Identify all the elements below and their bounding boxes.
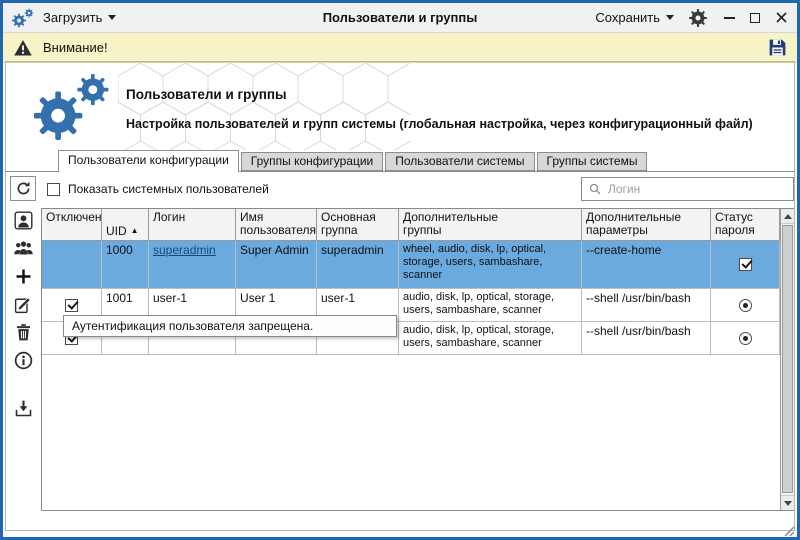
- tab-config-users[interactable]: Пользователи конфигурации: [58, 150, 239, 172]
- scrollbar-thumb[interactable]: [782, 225, 793, 493]
- password-status-radio[interactable]: [739, 299, 752, 312]
- cell-extra-params: --shell /usr/bin/bash: [582, 289, 711, 322]
- page-title: Пользователи и группы: [126, 87, 753, 102]
- dropdown-arrow-icon: [108, 15, 116, 20]
- export-download-icon: [13, 398, 34, 419]
- cell-login: superadmin: [149, 241, 236, 289]
- arrow-up-icon: [784, 214, 792, 219]
- export-users-button[interactable]: [11, 396, 37, 420]
- titlebar: Загрузить Пользователи и группы Сохранит…: [3, 3, 797, 33]
- table-row-superadmin[interactable]: 1000 superadmin Super Admin superadmin w…: [42, 241, 794, 289]
- app-logo-gears-icon: [12, 8, 34, 28]
- arrow-down-icon: [784, 501, 792, 506]
- column-header-uid[interactable]: UID ▲: [102, 209, 149, 241]
- cell-extra-params: --create-home: [582, 241, 711, 289]
- settings-gear-button[interactable]: [689, 9, 707, 27]
- side-toolbar: [10, 208, 37, 420]
- tab-system-users[interactable]: Пользователи системы: [385, 152, 534, 171]
- cell-extra-groups: audio, disk, lp, optical, storage, users…: [399, 289, 582, 322]
- edit-pencil-icon: [13, 294, 34, 315]
- column-header-extra-groups[interactable]: Дополнительные группы: [399, 209, 582, 241]
- user-info-button[interactable]: [11, 348, 37, 372]
- tab-bar: Пользователи конфигурации Группы конфигу…: [58, 150, 647, 172]
- tab-config-groups[interactable]: Группы конфигурации: [241, 152, 383, 171]
- cell-password-status: [711, 241, 780, 289]
- cell-name: Super Admin: [236, 241, 317, 289]
- minimize-button[interactable]: [722, 11, 736, 25]
- warning-bar: Внимание!: [3, 33, 797, 63]
- user-card-icon: [13, 210, 34, 231]
- maximize-icon: [750, 13, 760, 23]
- column-header-password-status[interactable]: Статус пароля: [711, 209, 780, 241]
- search-box: [581, 177, 794, 201]
- app-header: Пользователи и группы Настройка пользова…: [6, 63, 794, 150]
- save-menu-button[interactable]: Сохранить: [595, 10, 674, 25]
- password-status-checkbox[interactable]: [739, 258, 752, 271]
- show-system-users-label: Показать системных пользователей: [68, 182, 269, 196]
- cell-disabled: [42, 241, 102, 289]
- warning-message: Внимание!: [43, 40, 108, 55]
- trash-icon: [13, 322, 34, 343]
- cell-password-status: [711, 289, 780, 322]
- page-subtitle: Настройка пользователей и групп системы …: [126, 117, 753, 131]
- column-header-uid-label: UID: [106, 224, 127, 238]
- show-system-users-toggle[interactable]: Показать системных пользователей: [47, 179, 269, 199]
- user-groups-button[interactable]: [11, 236, 37, 260]
- tooltip: Аутентификация пользователя запрещена.: [63, 315, 397, 337]
- save-floppy-button[interactable]: [767, 37, 788, 58]
- scroll-down-button[interactable]: [781, 495, 794, 510]
- delete-user-button[interactable]: [11, 320, 37, 344]
- resize-grip[interactable]: [781, 523, 795, 537]
- maximize-button[interactable]: [748, 11, 762, 25]
- column-header-name[interactable]: Имя пользователя: [236, 209, 317, 241]
- sort-ascending-icon: ▲: [131, 226, 139, 235]
- minimize-icon: [724, 17, 735, 19]
- password-status-radio[interactable]: [739, 332, 752, 345]
- load-menu-button[interactable]: Загрузить: [43, 10, 116, 25]
- cell-extra-groups: wheel, audio, disk, lp, optical, storage…: [399, 241, 582, 289]
- user-profile-button[interactable]: [11, 208, 37, 232]
- refresh-icon: [15, 180, 32, 197]
- add-user-button[interactable]: [11, 264, 37, 288]
- plus-icon: [13, 266, 34, 287]
- cell-uid: 1000: [102, 241, 149, 289]
- cell-password-status: [711, 322, 780, 355]
- search-icon: [588, 182, 602, 196]
- column-header-disabled[interactable]: Отключен: [42, 209, 102, 241]
- column-header-primary-group[interactable]: Основная группа: [317, 209, 399, 241]
- login-link[interactable]: superadmin: [153, 243, 216, 257]
- scroll-up-button[interactable]: [781, 209, 794, 224]
- edit-user-button[interactable]: [11, 292, 37, 316]
- close-icon: [776, 12, 787, 23]
- column-header-login[interactable]: Логин: [149, 209, 236, 241]
- users-table: Отключен UID ▲ Логин Имя пользователя Осн…: [41, 208, 795, 511]
- cell-extra-params: --shell /usr/bin/bash: [582, 322, 711, 355]
- disabled-checkbox[interactable]: [65, 299, 78, 312]
- vertical-scrollbar[interactable]: [780, 209, 794, 510]
- cell-primary-group: superadmin: [317, 241, 399, 289]
- tab-system-groups[interactable]: Группы системы: [537, 152, 648, 171]
- column-header-extra-params[interactable]: Дополнительные параметры: [582, 209, 711, 241]
- warning-triangle-icon: [12, 38, 34, 58]
- search-input[interactable]: [608, 182, 787, 196]
- refresh-button[interactable]: [10, 176, 36, 201]
- show-system-users-checkbox[interactable]: [47, 183, 60, 196]
- close-button[interactable]: [774, 11, 788, 25]
- save-menu-label: Сохранить: [595, 10, 660, 25]
- dropdown-arrow-icon: [666, 15, 674, 20]
- app-logo-gears-icon: [30, 74, 114, 140]
- user-group-icon: [13, 238, 34, 259]
- table-header-row: Отключен UID ▲ Логин Имя пользователя Осн…: [42, 209, 794, 241]
- app-window: Загрузить Пользователи и группы Сохранит…: [0, 0, 800, 540]
- info-icon: [13, 350, 34, 371]
- cell-extra-groups: audio, disk, lp, optical, storage, users…: [399, 322, 582, 355]
- load-menu-label: Загрузить: [43, 10, 102, 25]
